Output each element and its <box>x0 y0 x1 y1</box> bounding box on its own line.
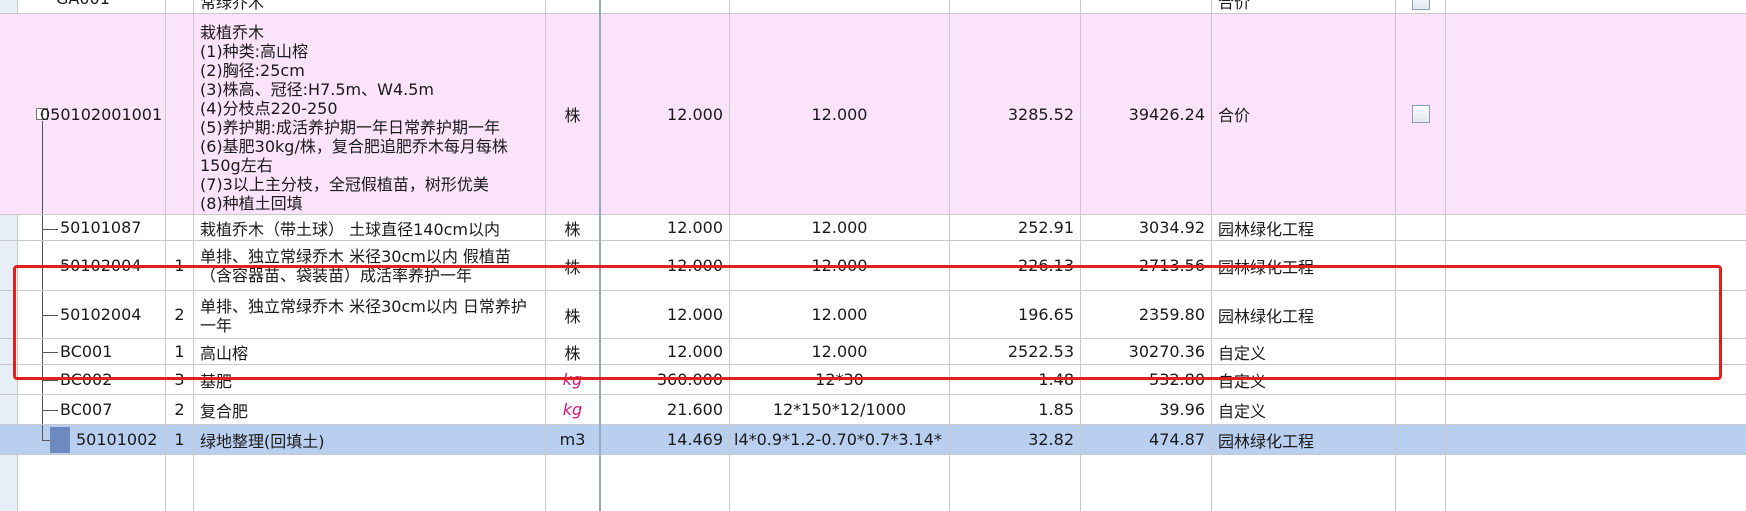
table-row-selected[interactable]: 50101002 1 绿地整理(回填土) m3 14.469 l4*0.9*1.… <box>0 425 1746 455</box>
item-type: 合价 <box>1218 106 1251 125</box>
item-code: 50102004 <box>60 256 142 275</box>
item-type: 自定义 <box>1218 343 1267 363</box>
item-qty: 12.000 <box>667 256 723 275</box>
item-qty-expr: 12.000 <box>811 256 868 275</box>
table-row[interactable]: BC002 3 基肥 kg 360.000 12*30 1.48 532.80 … <box>0 365 1746 395</box>
item-total: 2359.80 <box>1138 305 1205 324</box>
item-qty: 360.000 <box>656 370 723 389</box>
item-qty-expr: 12*150*12/1000 <box>772 400 907 419</box>
item-unit: 株 <box>564 106 581 125</box>
item-type: 园林绿化工程 <box>1218 257 1315 277</box>
item-description: 栽植乔木（带土球） 土球直径140cm以内 <box>200 219 501 239</box>
item-qty-expr: 12.000 <box>811 342 868 361</box>
item-total: 39426.24 <box>1128 104 1205 124</box>
item-code: BC002 <box>60 370 113 389</box>
item-type: 园林绿化工程 <box>1218 219 1315 239</box>
table-row[interactable]: BC001 1 高山榕 株 12.000 12.000 2522.53 3027… <box>0 339 1746 365</box>
item-unit-price: 3285.52 <box>1007 104 1074 124</box>
item-unit-price: 196.65 <box>1018 305 1074 324</box>
item-unit-price: 252.91 <box>1018 218 1074 237</box>
item-description: 单排、独立常绿乔木 米径30cm以内 假植苗（含容器苗、袋装苗）成活率养护一年 <box>200 247 511 285</box>
item-code: 050102001001 <box>40 104 163 124</box>
item-qty-expr: 12.000 <box>811 104 868 124</box>
item-total: 474.87 <box>1149 430 1205 449</box>
item-qty: 12.000 <box>667 218 723 237</box>
item-code: BC007 <box>60 400 113 419</box>
item-index: 2 <box>174 400 185 419</box>
table-row[interactable]: - 050102001001 栽植乔木 (1)种类:高山榕 (2)胸径:25cm… <box>0 14 1746 215</box>
item-description: 复合肥 <box>200 401 249 421</box>
item-code: 50102004 <box>60 305 142 324</box>
item-type: 自定义 <box>1218 371 1267 391</box>
item-description: 高山榕 <box>200 343 249 363</box>
item-qty-expr: 12.000 <box>811 305 868 324</box>
item-unit-price: 2522.53 <box>1007 342 1074 361</box>
row-selection-marker <box>50 427 70 453</box>
item-type: 园林绿化工程 <box>1218 431 1315 451</box>
table-row[interactable]: 50102004 1 单排、独立常绿乔木 米径30cm以内 假植苗（含容器苗、袋… <box>0 241 1746 291</box>
item-type: 园林绿化工程 <box>1218 306 1315 326</box>
item-unit-price: 1.48 <box>1038 370 1074 389</box>
item-qty: 12.000 <box>667 104 723 124</box>
item-unit: 株 <box>564 219 581 239</box>
item-code: BC001 <box>60 342 113 361</box>
item-unit: m3 <box>559 430 586 449</box>
item-unit: 株 <box>564 306 581 326</box>
item-type: 自定义 <box>1218 401 1267 421</box>
item-index: 1 <box>174 256 185 275</box>
table-row[interactable]: 50101087 栽植乔木（带土球） 土球直径140cm以内 株 12.000 … <box>0 215 1746 241</box>
item-unit: kg <box>562 370 583 389</box>
item-qty-expr: l4*0.9*1.2-0.70*0.7*3.14* <box>734 430 942 449</box>
item-type: 合价 <box>1218 0 1251 12</box>
item-qty-expr: 12.000 <box>811 218 868 237</box>
row-checkbox[interactable] <box>1411 105 1430 123</box>
item-qty: 21.600 <box>667 400 723 419</box>
item-description: 单排、独立常绿乔木 米径30cm以内 日常养护一年 <box>200 297 527 335</box>
item-description: 栽植乔木 (1)种类:高山榕 (2)胸径:25cm (3)株高、冠径:H7.5m… <box>194 14 546 214</box>
item-unit-price: 1.85 <box>1038 400 1074 419</box>
item-description: 基肥 <box>200 371 233 391</box>
item-code: 50101087 <box>60 218 142 237</box>
item-total: 532.80 <box>1149 370 1205 389</box>
table-row[interactable]: BC007 2 复合肥 kg 21.600 12*150*12/1000 1.8… <box>0 395 1746 425</box>
item-index: 1 <box>174 430 185 449</box>
item-qty: 14.469 <box>667 430 723 449</box>
item-qty: 12.000 <box>667 342 723 361</box>
item-unit: 株 <box>564 343 581 363</box>
item-code: GA001 <box>56 0 110 8</box>
item-code: 50101002 <box>76 430 158 449</box>
item-qty: 12.000 <box>667 305 723 324</box>
item-index: 2 <box>174 305 185 324</box>
item-unit-price: 226.13 <box>1018 256 1074 275</box>
item-description: 绿地整理(回填土) <box>200 431 325 451</box>
row-checkbox[interactable] <box>1412 0 1430 10</box>
item-total: 30270.36 <box>1128 342 1205 361</box>
item-index: 3 <box>174 370 185 389</box>
item-qty-expr: 12*30 <box>815 370 864 389</box>
item-unit: 株 <box>564 257 581 277</box>
item-unit-price: 32.82 <box>1028 430 1074 449</box>
boq-grid: GA001 常绿乔木 合价 - 050102001001 栽植乔木 <box>0 0 1746 511</box>
item-description: 常绿乔木 <box>200 0 265 12</box>
item-total: 2713.56 <box>1138 256 1205 275</box>
table-row[interactable]: 50102004 2 单排、独立常绿乔木 米径30cm以内 日常养护一年 株 1… <box>0 291 1746 339</box>
empty-grid-area <box>0 455 1746 511</box>
item-total: 39.96 <box>1159 400 1205 419</box>
item-unit: kg <box>562 400 583 419</box>
item-total: 3034.92 <box>1138 218 1205 237</box>
item-index: 1 <box>174 342 185 361</box>
table-row[interactable]: GA001 常绿乔木 合价 <box>0 0 1746 14</box>
column-separator <box>599 0 601 511</box>
